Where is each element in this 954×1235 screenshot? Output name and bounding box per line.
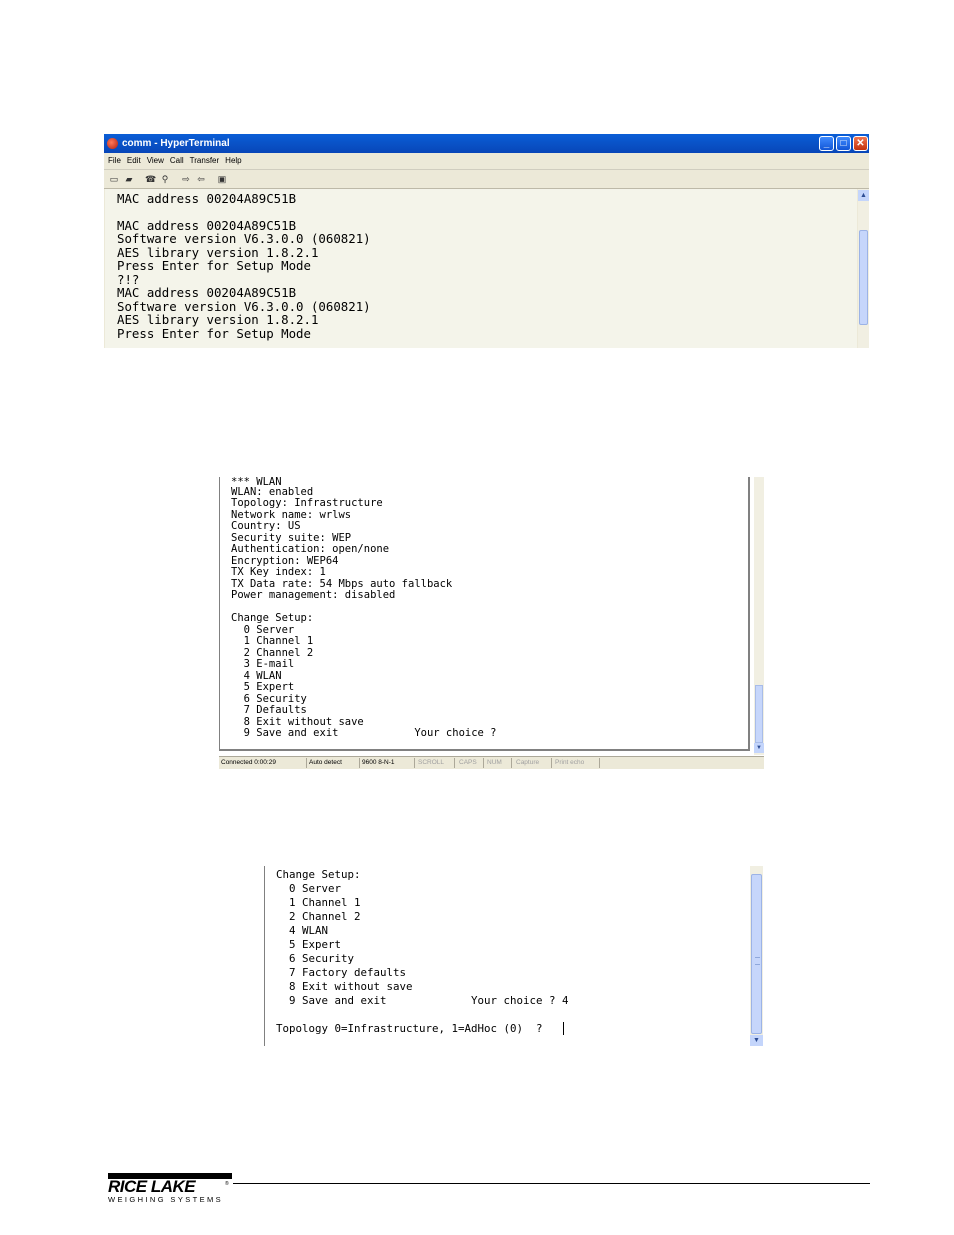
rice-lake-logo: RICE LAKE ® WEIGHING SYSTEMS bbox=[108, 1173, 232, 1205]
status-capture: Capture bbox=[514, 758, 552, 768]
vertical-scrollbar[interactable]: ▲ bbox=[858, 189, 869, 348]
status-settings: 9600 8-N-1 bbox=[360, 758, 415, 768]
scroll-thumb[interactable] bbox=[859, 230, 868, 325]
hyperterminal-window: comm - HyperTerminal _ □ ✕ File Edit Vie… bbox=[104, 134, 869, 348]
terminal-output[interactable]: *** WLAN WLAN: enabled Topology: Infrast… bbox=[219, 477, 750, 751]
terminal-line: 9 Save and exit Your choice ? 4 bbox=[276, 994, 569, 1007]
status-num: NUM bbox=[485, 758, 512, 768]
terminal-line: Power management: disabled bbox=[231, 589, 396, 601]
terminal-line: 5 Expert bbox=[276, 938, 342, 951]
menu-file[interactable]: File bbox=[108, 156, 121, 165]
status-print-echo: Print echo bbox=[553, 758, 600, 768]
terminal-line: Change Setup: bbox=[231, 612, 314, 624]
terminal-line: 1 Channel 1 bbox=[276, 896, 361, 909]
footer-rule bbox=[233, 1183, 870, 1184]
terminal-line: 5 Expert bbox=[231, 681, 295, 693]
menu-call[interactable]: Call bbox=[170, 156, 184, 165]
open-icon[interactable]: ▰ bbox=[124, 174, 134, 184]
terminal-line: Authentication: open/none bbox=[231, 543, 390, 555]
status-detect: Auto detect bbox=[307, 758, 360, 768]
logo-registered-mark: ® bbox=[225, 1181, 229, 1187]
terminal-output[interactable]: Change Setup: 0 Server 1 Channel 1 2 Cha… bbox=[264, 866, 751, 1046]
scroll-up-icon[interactable]: ▲ bbox=[858, 190, 869, 201]
terminal-line: 9 Save and exit Your choice ? bbox=[231, 727, 497, 739]
terminal-line: MAC address 00204A89C51B bbox=[117, 285, 297, 300]
terminal-line: TX Key index: 1 bbox=[231, 566, 326, 578]
vertical-scrollbar[interactable]: ▼ bbox=[750, 866, 763, 1046]
window-title: comm - HyperTerminal bbox=[122, 138, 230, 149]
terminal-line: Press Enter for Setup Mode bbox=[117, 258, 311, 273]
properties-icon[interactable]: ▣ bbox=[217, 174, 227, 184]
menu-transfer[interactable]: Transfer bbox=[190, 156, 220, 165]
terminal-line: 0 Server bbox=[276, 882, 342, 895]
status-scroll: SCROLL bbox=[416, 758, 455, 768]
toolbar: ▭ ▰ ☎ ⚲ ⇨ ⇦ ▣ bbox=[104, 169, 869, 189]
scroll-grip-icon bbox=[755, 957, 760, 965]
terminal-line: 4 WLAN bbox=[276, 924, 329, 937]
minimize-button[interactable]: _ bbox=[819, 136, 834, 151]
scroll-thumb[interactable] bbox=[755, 685, 763, 743]
phone-icon[interactable]: ☎ bbox=[145, 174, 156, 184]
menu-bar: File Edit View Call Transfer Help bbox=[104, 153, 869, 168]
terminal-line: MAC address 00204A89C51B bbox=[117, 191, 297, 206]
disconnect-icon[interactable]: ⚲ bbox=[160, 174, 170, 184]
terminal-output[interactable]: MAC address 00204A89C51B MAC address 002… bbox=[105, 189, 857, 348]
status-connected: Connected 0:00:29 bbox=[219, 758, 307, 768]
topology-terminal: Change Setup: 0 Server 1 Channel 1 2 Cha… bbox=[264, 866, 769, 1046]
terminal-line: 7 Defaults bbox=[231, 704, 307, 716]
scroll-thumb[interactable] bbox=[751, 874, 762, 1034]
logo-wordmark: RICE LAKE bbox=[108, 1177, 196, 1196]
status-caps: CAPS bbox=[457, 758, 484, 768]
terminal-line: 6 Security bbox=[276, 952, 355, 965]
vertical-scrollbar[interactable]: ▼ bbox=[754, 477, 764, 755]
terminal-line: Software version V6.3.0.0 (060821) bbox=[117, 231, 371, 246]
terminal-line: Press Enter for Setup Mode bbox=[117, 326, 311, 341]
menu-edit[interactable]: Edit bbox=[127, 156, 141, 165]
terminal-line: 7 Factory defaults bbox=[276, 966, 407, 979]
title-bar[interactable]: comm - HyperTerminal _ □ ✕ bbox=[104, 134, 869, 153]
receive-icon[interactable]: ⇦ bbox=[196, 174, 206, 184]
terminal-line: Country: US bbox=[231, 520, 301, 532]
wlan-settings-terminal: *** WLAN WLAN: enabled Topology: Infrast… bbox=[219, 477, 764, 769]
new-icon[interactable]: ▭ bbox=[109, 174, 119, 184]
terminal-line: 3 E-mail bbox=[231, 658, 295, 670]
hyperterminal-app-icon bbox=[107, 138, 118, 149]
maximize-button[interactable]: □ bbox=[836, 136, 851, 151]
terminal-line: Topology: Infrastructure bbox=[231, 497, 383, 509]
text-cursor bbox=[563, 1022, 564, 1035]
terminal-line: Change Setup: bbox=[276, 868, 361, 881]
terminal-line: AES library version 1.8.2.1 bbox=[117, 312, 319, 327]
terminal-line: 2 Channel 2 bbox=[276, 910, 361, 923]
close-button[interactable]: ✕ bbox=[853, 136, 868, 151]
status-bar: Connected 0:00:29 Auto detect 9600 8-N-1… bbox=[219, 756, 764, 769]
terminal-line: 8 Exit without save bbox=[276, 980, 413, 993]
scroll-down-icon[interactable]: ▼ bbox=[750, 1035, 763, 1046]
logo-tagline: WEIGHING SYSTEMS bbox=[108, 1195, 224, 1204]
terminal-prompt-line: Topology 0=Infrastructure, 1=AdHoc (0) ? bbox=[276, 1022, 550, 1035]
menu-view[interactable]: View bbox=[147, 156, 164, 165]
menu-help[interactable]: Help bbox=[225, 156, 241, 165]
terminal-line: 1 Channel 1 bbox=[231, 635, 314, 647]
scroll-down-icon[interactable]: ▼ bbox=[754, 743, 764, 753]
send-icon[interactable]: ⇨ bbox=[181, 174, 191, 184]
